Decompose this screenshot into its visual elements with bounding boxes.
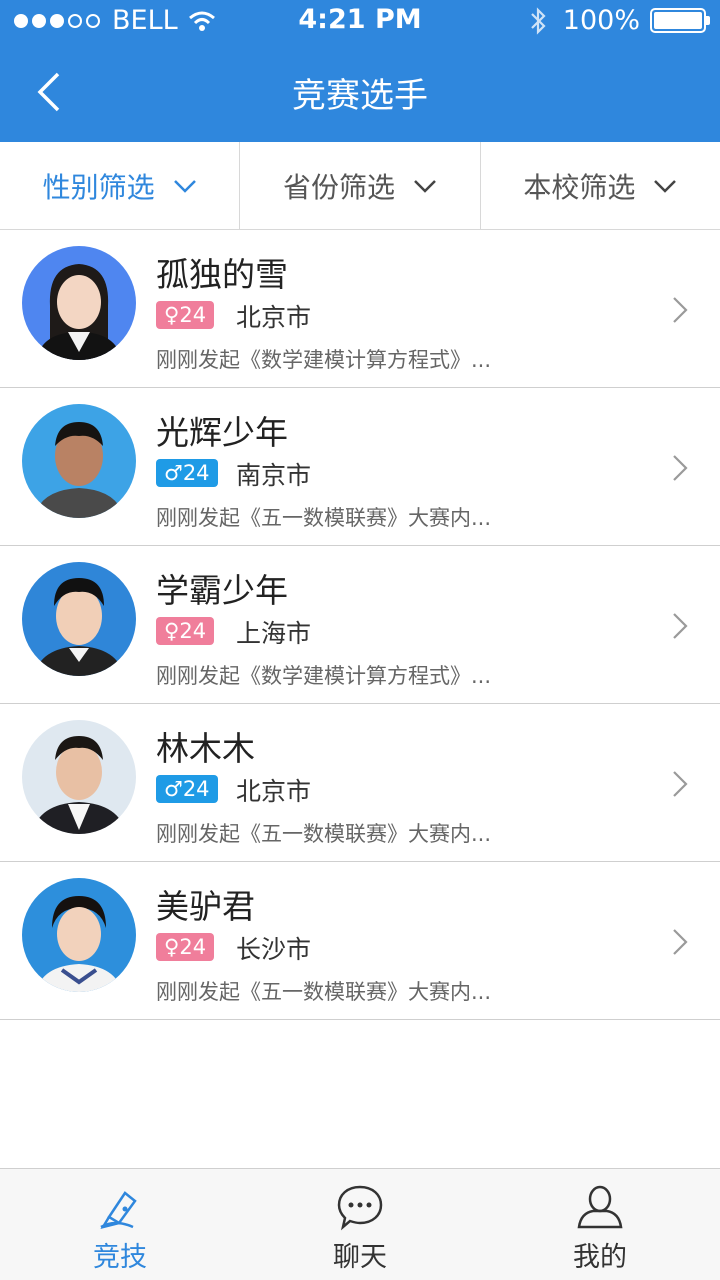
pen-nib-icon xyxy=(100,1191,137,1229)
avatar xyxy=(22,720,136,834)
chat-bubble-icon xyxy=(337,1185,383,1231)
avatar xyxy=(22,878,136,992)
tab-chat[interactable]: 聊天 xyxy=(240,1169,480,1280)
chevron-right-icon xyxy=(673,929,688,955)
player-name: 学霸少年 xyxy=(156,571,288,610)
battery-icon xyxy=(650,8,710,33)
status-bar: BELL 4:21 PM 100% xyxy=(0,0,720,40)
gender-age-badge: ♂24 xyxy=(156,775,218,803)
chevron-right-icon xyxy=(673,613,688,639)
page-title: 竞赛选手 xyxy=(292,76,428,116)
avatar xyxy=(22,404,136,518)
filter-bar: 性别筛选 省份筛选 本校筛选 xyxy=(0,142,720,230)
bluetooth-icon xyxy=(531,6,546,35)
battery-percent: 100% xyxy=(562,5,640,36)
player-name: 美驴君 xyxy=(156,887,255,926)
list-item[interactable]: 学霸少年 ♀24 上海市 刚刚发起《数学建模计算方程式》... xyxy=(0,546,720,704)
tab-chat-label: 聊天 xyxy=(333,1242,387,1273)
filter-gender[interactable]: 性别筛选 xyxy=(0,142,241,229)
gender-age-badge: ♂24 xyxy=(156,459,218,487)
player-activity: 刚刚发起《五一数模联赛》大赛内... xyxy=(156,506,492,530)
avatar xyxy=(22,246,136,360)
list-item[interactable]: 林木木 ♂24 北京市 刚刚发起《五一数模联赛》大赛内... xyxy=(0,704,720,862)
tab-bar: 竞技 聊天 我的 xyxy=(0,1168,720,1280)
list-item[interactable]: 美驴君 ♀24 长沙市 刚刚发起《五一数模联赛》大赛内... xyxy=(0,862,720,1020)
avatar xyxy=(22,562,136,676)
player-list: 孤独的雪 ♀24 北京市 刚刚发起《数学建模计算方程式》... 光辉少年 ♂24… xyxy=(0,230,720,1020)
chevron-down-icon xyxy=(414,179,436,193)
gender-age-badge: ♀24 xyxy=(156,617,215,645)
player-name: 孤独的雪 xyxy=(156,255,288,294)
gender-age-badge: ♀24 xyxy=(156,933,215,961)
player-activity: 刚刚发起《数学建模计算方程式》... xyxy=(156,348,492,372)
player-city: 南京市 xyxy=(236,461,312,490)
tab-profile-label: 我的 xyxy=(573,1242,627,1273)
filter-school[interactable]: 本校筛选 xyxy=(481,142,720,229)
player-activity: 刚刚发起《五一数模联赛》大赛内... xyxy=(156,980,492,1004)
player-name: 林木木 xyxy=(156,729,255,768)
chevron-right-icon xyxy=(673,297,688,323)
tab-competition[interactable]: 竞技 xyxy=(0,1169,240,1280)
filter-gender-label: 性别筛选 xyxy=(42,170,155,204)
chevron-right-icon xyxy=(673,771,688,797)
player-city: 北京市 xyxy=(236,303,312,332)
filter-province-label: 省份筛选 xyxy=(282,170,395,204)
user-icon xyxy=(577,1185,623,1229)
header: BELL 4:21 PM 100% 竞赛选手 xyxy=(0,0,720,142)
player-city: 北京市 xyxy=(236,777,312,806)
player-city: 上海市 xyxy=(236,619,312,648)
filter-province[interactable]: 省份筛选 xyxy=(240,142,481,229)
player-activity: 刚刚发起《数学建模计算方程式》... xyxy=(156,664,492,688)
list-item[interactable]: 孤独的雪 ♀24 北京市 刚刚发起《数学建模计算方程式》... xyxy=(0,230,720,388)
list-item[interactable]: 光辉少年 ♂24 南京市 刚刚发起《五一数模联赛》大赛内... xyxy=(0,388,720,546)
player-activity: 刚刚发起《五一数模联赛》大赛内... xyxy=(156,822,492,846)
filter-school-label: 本校筛选 xyxy=(523,170,636,204)
gender-age-badge: ♀24 xyxy=(156,301,215,329)
status-right: 100% xyxy=(529,5,710,36)
chevron-right-icon xyxy=(673,455,688,481)
player-name: 光辉少年 xyxy=(156,413,288,452)
tab-profile[interactable]: 我的 xyxy=(480,1169,720,1280)
chevron-down-icon xyxy=(654,179,677,193)
chevron-down-icon xyxy=(173,179,196,193)
tab-competition-label: 竞技 xyxy=(93,1242,147,1273)
player-city: 长沙市 xyxy=(236,935,312,964)
